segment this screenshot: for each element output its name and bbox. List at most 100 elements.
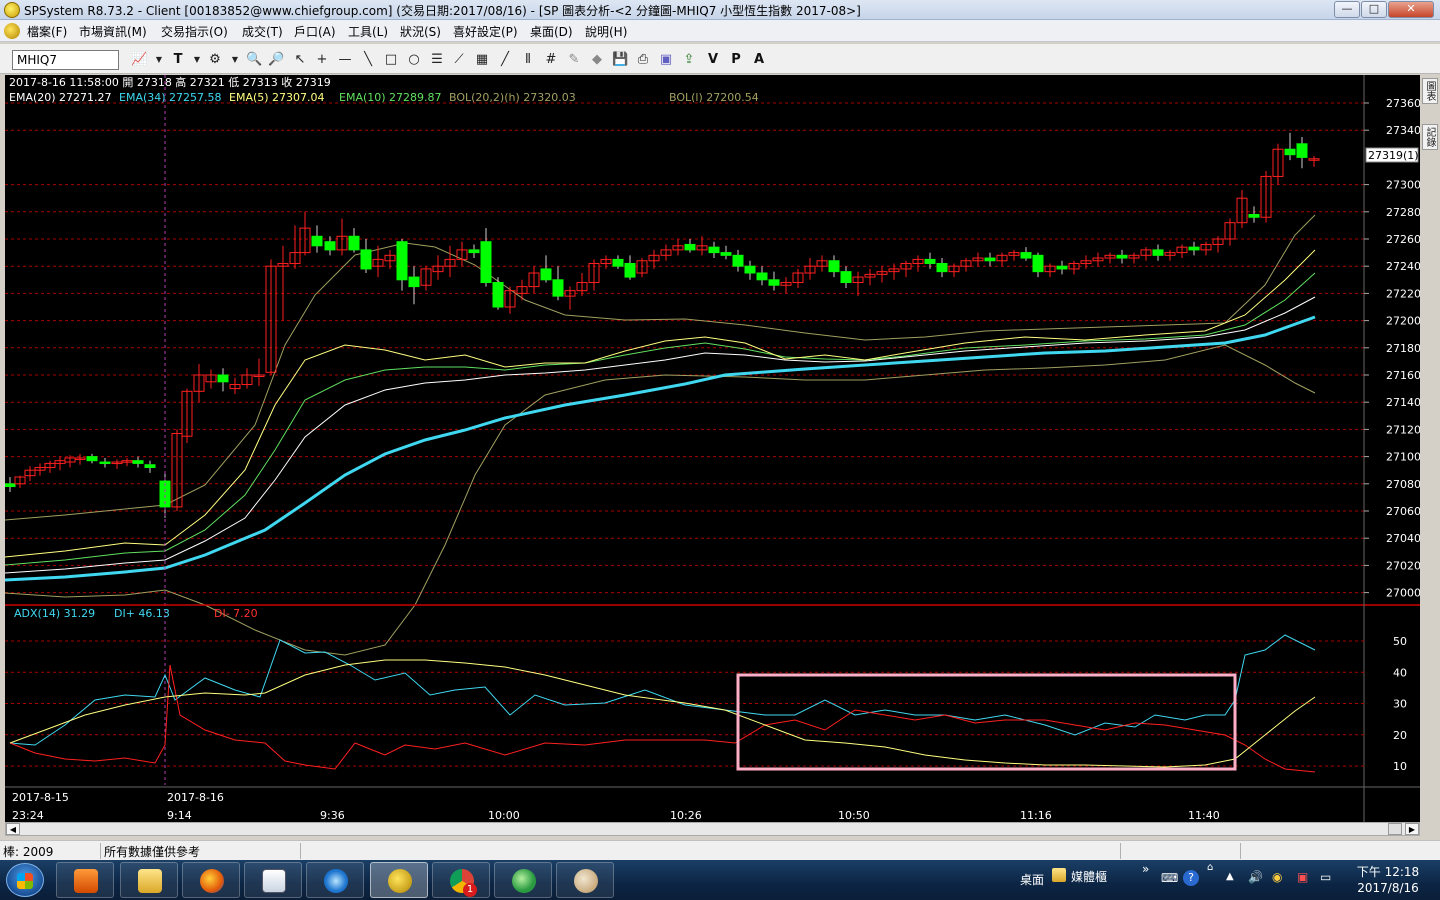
rectangle-icon[interactable]: □ xyxy=(383,52,399,68)
pointer-icon[interactable]: ↖ xyxy=(292,52,308,68)
media-library-label[interactable]: 媒體櫃 xyxy=(1071,868,1107,885)
symbol-input[interactable] xyxy=(12,50,119,70)
toolbar-expand-button[interactable]: » xyxy=(1142,862,1149,876)
eraser2-icon[interactable]: ◆ xyxy=(589,52,605,68)
grid-icon[interactable]: ⦀ xyxy=(520,52,536,68)
ime-icon[interactable]: ⌂ xyxy=(1207,862,1213,873)
candle-body xyxy=(348,235,360,251)
trendline-icon[interactable]: ╲ xyxy=(360,52,376,68)
menu-preferences[interactable]: 喜好設定(P) xyxy=(453,23,518,40)
price-axis: 27360 27340 27300 27280 27260 27240 27220 27200… xyxy=(1364,97,1421,600)
close-button[interactable]: ✕ xyxy=(1388,1,1434,18)
taskbar-ie[interactable] xyxy=(306,862,364,898)
save-icon[interactable]: 💾 xyxy=(612,52,628,68)
a-icon[interactable]: A xyxy=(751,52,767,68)
menu-status[interactable]: 狀況(S) xyxy=(400,23,441,40)
legend-adx: ADX(14) 31.29 xyxy=(14,607,95,620)
chart-type-icon[interactable]: 📈 xyxy=(131,52,147,68)
zoom-in-icon[interactable]: 🔍 xyxy=(246,52,262,68)
price-tick-label: 27360 xyxy=(1386,97,1420,110)
chart-svg[interactable]: 27360 27340 27300 27280 27260 27240 27220 27200… xyxy=(4,75,1421,822)
horizontal-scrollbar[interactable]: ◀ ▶ xyxy=(5,822,1420,836)
scroll-left-button[interactable]: ◀ xyxy=(6,823,20,835)
keyboard-icon[interactable]: ⌨ xyxy=(1161,871,1178,885)
desktop-toolbar-label[interactable]: 桌面 xyxy=(1020,871,1044,888)
security-icon[interactable]: ◉ xyxy=(1272,870,1282,884)
taskbar-app[interactable] xyxy=(494,862,552,898)
hline-icon[interactable]: — xyxy=(337,52,353,68)
print-icon[interactable]: ⎙ xyxy=(635,52,651,68)
taskbar-chrome[interactable]: 1 xyxy=(432,862,490,898)
chart-toolbar: 📈 ▼ T ▼ ⚙ ▼ 🔍 🔎 ↖ + — ╲ □ ○ ☰ ⟋ ▦ ╱ ⦀ # … xyxy=(0,44,1440,74)
app-icon xyxy=(4,2,20,18)
menu-orders[interactable]: 交易指示(O) xyxy=(161,23,228,40)
library-icon xyxy=(1052,868,1066,882)
candle-body xyxy=(552,279,564,297)
crosshair-icon[interactable]: + xyxy=(314,52,330,68)
candle-body xyxy=(612,258,624,267)
candle-body xyxy=(311,235,323,247)
legend-bol-high: BOL(20,2)(h) 27320.03 xyxy=(449,91,576,104)
fan-icon[interactable]: ⟋ xyxy=(451,52,467,68)
image-icon[interactable]: ▣ xyxy=(658,52,674,68)
indicator-icon[interactable]: ⚙ xyxy=(207,52,223,68)
line-icon[interactable]: ╱ xyxy=(497,52,513,68)
scroll-right-button[interactable]: ▶ xyxy=(1405,823,1419,835)
candle-body xyxy=(1284,148,1296,156)
menu-trades[interactable]: 成交(T) xyxy=(242,23,283,40)
v-icon[interactable]: V xyxy=(705,52,721,68)
menu-tools[interactable]: 工具(L) xyxy=(348,23,388,40)
scroll-thumb[interactable] xyxy=(1388,823,1402,835)
taskbar-firefox[interactable] xyxy=(182,862,240,898)
dropdown-icon[interactable]: ▼ xyxy=(151,52,167,68)
candle-body xyxy=(1152,249,1164,256)
volume-icon[interactable]: 🔊 xyxy=(1248,870,1263,884)
p-icon[interactable]: P xyxy=(728,52,744,68)
tab-chart[interactable]: 圖表 xyxy=(1422,78,1438,104)
grid2-icon[interactable]: # xyxy=(543,52,559,68)
candlesticks xyxy=(4,132,1320,518)
channel-icon[interactable]: ☰ xyxy=(429,52,445,68)
adx-tick-label: 30 xyxy=(1393,698,1407,711)
export-icon[interactable]: ⇪ xyxy=(681,52,697,68)
tab-records[interactable]: 記錄 xyxy=(1422,124,1438,150)
fibonacci-icon[interactable]: ▦ xyxy=(474,52,490,68)
menu-account[interactable]: 戶口(A) xyxy=(294,23,336,40)
text-tool-icon[interactable]: T xyxy=(170,52,186,68)
date-label-1: 2017-8-15 xyxy=(12,791,69,804)
network-warning-icon[interactable]: ▣ xyxy=(1297,870,1308,884)
firefox-icon xyxy=(200,869,224,893)
tray-expand-icon[interactable]: ▲ xyxy=(1226,871,1234,882)
maximize-button[interactable]: □ xyxy=(1361,1,1387,18)
minimize-button[interactable]: — xyxy=(1334,1,1360,18)
adx-axis: 50 40 30 20 10 xyxy=(1393,635,1407,773)
dropdown-icon[interactable]: ▼ xyxy=(227,52,243,68)
menu-help[interactable]: 說明(H) xyxy=(585,23,627,40)
taskbar-explorer[interactable] xyxy=(120,862,178,898)
menu-file[interactable]: 檔案(F) xyxy=(27,23,67,40)
last-price-tag: 27319(1) xyxy=(1365,147,1419,163)
taskbar-paint[interactable] xyxy=(556,862,614,898)
action-center-icon[interactable]: ▭ xyxy=(1320,870,1331,884)
ellipse-icon[interactable]: ○ xyxy=(406,52,422,68)
taskbar-media-player[interactable] xyxy=(56,862,114,898)
taskbar-spsystem[interactable] xyxy=(370,862,428,898)
chart-panel[interactable]: 27360 27340 27300 27280 27260 27240 27220 27200… xyxy=(4,75,1421,822)
price-tick-label: 27180 xyxy=(1386,342,1420,355)
time-label: 23:24 xyxy=(12,809,44,822)
candle-body xyxy=(396,241,408,281)
dropdown-icon[interactable]: ▼ xyxy=(189,52,205,68)
help-icon[interactable]: ? xyxy=(1183,870,1199,886)
system-clock[interactable]: 下午 12:18 2017/8/16 xyxy=(1354,864,1422,896)
eraser-icon[interactable]: ✎ xyxy=(566,52,582,68)
candle-body xyxy=(768,279,780,286)
start-button[interactable] xyxy=(6,863,44,897)
candle-body xyxy=(708,246,720,254)
adx-line xyxy=(9,634,1316,746)
menu-desktop[interactable]: 桌面(D) xyxy=(530,23,573,40)
media-player-icon xyxy=(74,869,98,893)
taskbar-window[interactable] xyxy=(244,862,302,898)
zoom-out-icon[interactable]: 🔎 xyxy=(268,52,284,68)
menu-market-info[interactable]: 市場資訊(M) xyxy=(79,23,147,40)
windows-logo-icon xyxy=(17,873,33,889)
